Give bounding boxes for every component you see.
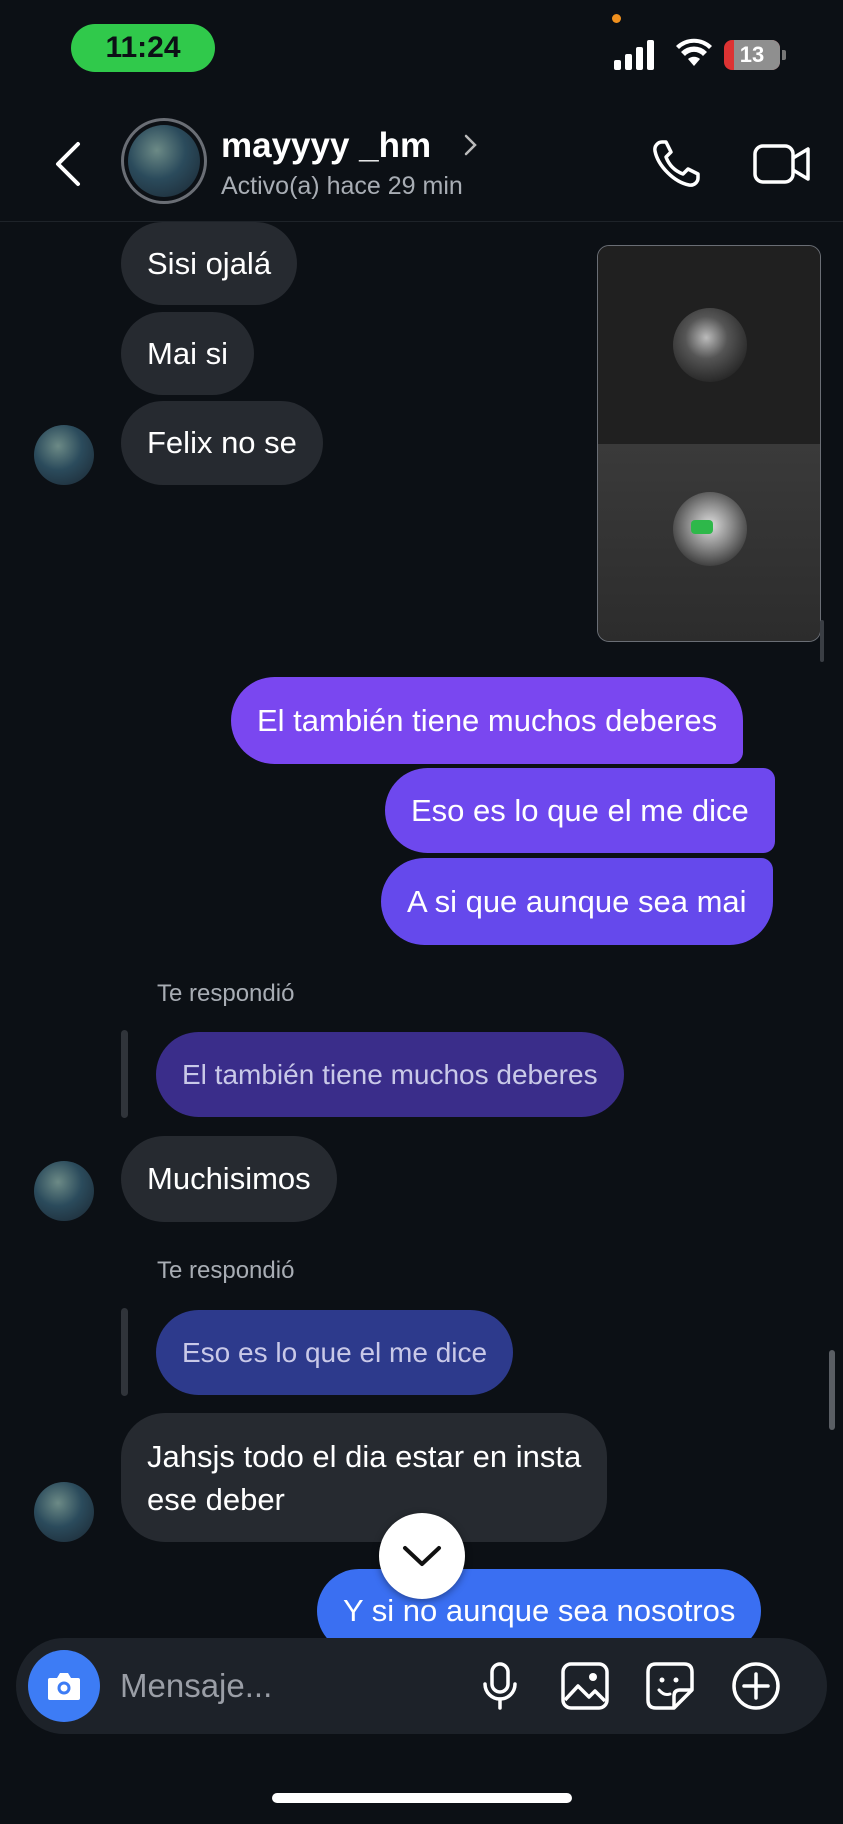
chevron-right-icon[interactable] — [461, 130, 481, 160]
received-message[interactable]: Muchisimos — [121, 1136, 337, 1222]
received-message[interactable]: Felix no se — [121, 401, 323, 485]
microphone-icon[interactable] — [474, 1660, 526, 1712]
participant-avatar — [673, 308, 747, 382]
camera-icon — [48, 1673, 80, 1700]
camera-button[interactable] — [28, 1650, 100, 1722]
phone-icon[interactable] — [648, 136, 704, 192]
participant-avatar — [673, 492, 747, 566]
image-icon[interactable] — [559, 1660, 611, 1712]
scroll-to-bottom-button[interactable] — [379, 1513, 465, 1599]
message-input[interactable] — [120, 1658, 460, 1714]
quoted-message[interactable]: El también tiene muchos deberes — [156, 1032, 624, 1117]
video-camera-icon[interactable] — [752, 138, 812, 190]
sent-message[interactable]: A si que aunque sea mai — [381, 858, 773, 945]
cellular-signal-icon — [614, 40, 654, 70]
reply-label: Te respondió — [157, 1257, 295, 1284]
reply-label: Te respondió — [157, 980, 295, 1007]
sent-message[interactable]: El también tiene muchos deberes — [231, 677, 744, 764]
message-composer — [16, 1638, 827, 1734]
avatar[interactable] — [34, 425, 94, 485]
chat-header: mayyyy _hm Activo(a) hace 29 min — [0, 100, 843, 222]
status-time: 11:24 — [71, 24, 215, 72]
avatar[interactable] — [121, 118, 207, 204]
video-call-preview[interactable] — [597, 245, 821, 642]
chevron-left-icon[interactable] — [48, 136, 88, 192]
avatar[interactable] — [34, 1482, 94, 1542]
home-indicator — [272, 1793, 572, 1803]
contact-username[interactable]: mayyyy _hm — [221, 126, 431, 166]
reply-indicator — [121, 1308, 128, 1396]
sent-message[interactable]: Eso es lo que el me dice — [385, 768, 775, 853]
received-message[interactable]: Jahsjs todo el dia estar en insta ese de… — [121, 1413, 608, 1542]
plus-circle-icon[interactable] — [730, 1660, 782, 1712]
chevron-down-icon — [403, 1546, 441, 1566]
scrollbar — [820, 620, 824, 662]
reply-indicator — [121, 1030, 128, 1118]
battery-level: 13 — [739, 42, 765, 67]
wifi-icon — [676, 38, 712, 66]
active-status: Activo(a) hace 29 min — [221, 172, 463, 200]
quoted-message[interactable]: Eso es lo que el me dice — [156, 1310, 514, 1395]
status-bar: 11:24 13 — [0, 0, 843, 100]
avatar[interactable] — [34, 1161, 94, 1221]
battery-icon: 13 — [724, 40, 786, 70]
mic-indicator-dot — [612, 14, 621, 23]
received-message[interactable]: Mai si — [121, 312, 254, 395]
received-message[interactable]: Sisi ojalá — [121, 222, 298, 305]
sticker-icon[interactable] — [644, 1660, 696, 1712]
scrollbar[interactable] — [829, 1350, 835, 1430]
